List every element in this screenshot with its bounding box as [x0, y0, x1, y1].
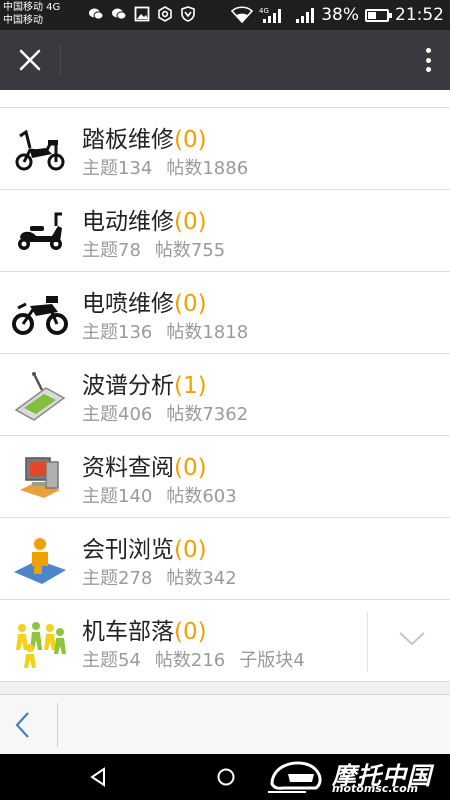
settings-hex-icon: [158, 6, 172, 22]
motorcycle-icon: [12, 296, 68, 335]
forum-item-magazine[interactable]: 会刊浏览(0) 主题278 帖数342: [0, 518, 450, 600]
unread-count: (0): [174, 127, 207, 153]
wifi-icon: [231, 6, 254, 24]
forum-title: 资料查阅(0): [82, 455, 207, 481]
post-count: 帖数603: [166, 486, 237, 507]
signal-4g-icon: 4G: [259, 7, 282, 23]
forum-stats: 主题54 帖数216 子版块4: [82, 646, 305, 672]
battery-icon: [365, 8, 392, 22]
topic-count: 主题136: [82, 322, 153, 343]
subforum-count: 子版块4: [239, 650, 305, 671]
wechat-icon: [89, 8, 104, 20]
forum-title: 波谱分析(1): [82, 373, 207, 399]
forum-stats: 主题78 帖数755: [82, 236, 225, 262]
back-arrow-icon[interactable]: [8, 705, 38, 745]
status-right: 4G 38% 21:52: [231, 4, 444, 26]
carrier-2: 中国移动: [3, 15, 43, 26]
topic-count: 主题278: [82, 568, 153, 589]
post-count: 帖数755: [154, 240, 226, 261]
list-top-edge: [0, 90, 450, 108]
forum-stats: 主题406 帖数7362: [82, 400, 248, 426]
forum-item-motorcycle-tribe[interactable]: 机车部落(0) 主题54 帖数216 子版块4: [0, 600, 450, 682]
forum-stats: 主题136 帖数1818: [82, 318, 248, 344]
wechat-icon-2: [112, 8, 127, 20]
carrier-1: 中国移动 4G: [3, 2, 61, 13]
top-bar: [0, 30, 450, 90]
forum-list: 踏板维修(0) 主题134 帖数1886 电动维修(0) 主题78 帖数755: [0, 108, 450, 682]
watermark-logo: 摩托中国 motomsc.com: [266, 754, 450, 800]
handheld-device-icon: [14, 372, 66, 421]
post-count: 帖数1818: [166, 322, 249, 343]
toolbar-divider: [57, 703, 58, 747]
forum-stats: 主题278 帖数342: [82, 564, 237, 590]
topic-count: 主题54: [82, 650, 141, 671]
watermark-url: motomsc.com: [332, 782, 419, 795]
forum-title: 踏板维修(0): [82, 127, 207, 153]
unread-count: (0): [174, 291, 207, 317]
topic-count: 主题78: [82, 240, 141, 261]
topic-count: 主题140: [82, 486, 153, 507]
forum-title: 电喷维修(0): [82, 291, 207, 317]
carrier-info: 中国移动 4G 中国移动: [3, 1, 60, 27]
unread-count: (1): [174, 373, 207, 399]
forum-title: 会刊浏览(0): [82, 537, 207, 563]
signal-icon: [296, 8, 315, 23]
reader-icon: [14, 538, 66, 584]
unread-count: (0): [174, 619, 207, 645]
chevron-down-icon[interactable]: [398, 630, 426, 648]
top-divider: [60, 44, 61, 76]
forum-item-waveform-analysis[interactable]: 波谱分析(1) 主题406 帖数7362: [0, 354, 450, 436]
unread-count: (0): [174, 455, 207, 481]
forum-title: 机车部落(0): [82, 619, 207, 645]
forum-list-container[interactable]: 踏板维修(0) 主题134 帖数1886 电动维修(0) 主题78 帖数755: [0, 90, 450, 694]
post-count: 帖数216: [154, 650, 226, 671]
computer-icon: [20, 457, 60, 498]
forum-stats: 主题140 帖数603: [82, 482, 237, 508]
bottom-toolbar: [0, 694, 450, 754]
battery-percent: 38%: [321, 5, 359, 25]
electric-scooter-icon: [18, 212, 62, 250]
more-menu-icon[interactable]: [420, 44, 436, 76]
shield-icon: [181, 6, 195, 22]
topic-count: 主题406: [82, 404, 153, 425]
forum-item-electric-repair[interactable]: 电动维修(0) 主题78 帖数755: [0, 190, 450, 272]
notification-icons: [88, 6, 196, 22]
post-count: 帖数7362: [166, 404, 249, 425]
clock: 21:52: [395, 5, 444, 25]
image-icon: [134, 6, 150, 22]
forum-stats: 主题134 帖数1886: [82, 154, 248, 180]
people-group-icon: [16, 622, 66, 668]
forum-title: 电动维修(0): [82, 209, 207, 235]
topic-count: 主题134: [82, 158, 153, 179]
close-icon[interactable]: [12, 42, 48, 78]
forum-item-scooter-repair[interactable]: 踏板维修(0) 主题134 帖数1886: [0, 108, 450, 190]
nav-home-icon[interactable]: [215, 766, 237, 788]
system-nav-bar: 摩托中国 motomsc.com: [0, 754, 450, 800]
row-divider: [367, 612, 368, 672]
helmet-logo-icon: [268, 761, 322, 793]
unread-count: (0): [174, 209, 207, 235]
network-label: 4G: [259, 7, 269, 15]
scooter-icon: [15, 129, 65, 171]
post-count: 帖数342: [166, 568, 237, 589]
forum-item-documents[interactable]: 资料查阅(0) 主题140 帖数603: [0, 436, 450, 518]
nav-back-icon[interactable]: [88, 766, 110, 788]
post-count: 帖数1886: [166, 158, 249, 179]
unread-count: (0): [174, 537, 207, 563]
status-bar: 中国移动 4G 中国移动 4G 38% 21:52: [0, 0, 450, 30]
forum-item-efi-repair[interactable]: 电喷维修(0) 主题136 帖数1818: [0, 272, 450, 354]
